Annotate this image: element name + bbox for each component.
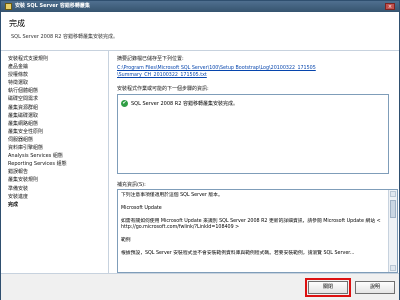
wizard-steps-sidebar: 安裝程式支援規則 產品金鑰 授權條款 特徵選取 執行個體組態 磁碟空間需求 叢集資源群組 叢集… (1, 51, 109, 273)
window-close-button[interactable]: × (385, 3, 395, 10)
log-file-link[interactable]: \Summary_CH_20100322_171505.txt (117, 73, 207, 78)
log-location-label: 摘要記錄檔已儲存至下列位置: (117, 56, 184, 62)
sidebar-step-item: 資料庫引擎組態 (8, 145, 44, 152)
scroll-down-icon[interactable] (390, 265, 396, 271)
page-title: 完成 (9, 19, 25, 28)
close-button[interactable]: 關閉 (305, 278, 351, 297)
success-check-icon: ✔ (121, 99, 128, 107)
sidebar-step-item: 叢集磁碟選取 (8, 112, 39, 119)
button-bar: 關閉 說明 (1, 273, 399, 300)
status-info-label: 安裝程式作業或可能的下一個步驟的資訊: (117, 86, 209, 92)
title-bar: 安裝 SQL Server 容錯移轉叢集 × (1, 1, 399, 12)
status-message: SQL Server 2008 R2 容錯移轉叢集安裝完成。 (131, 100, 239, 107)
supplemental-paragraph: 根據預設，SQL Server 安裝程式並不會安裝範例資料庫與範例程式碼。若要安… (121, 251, 355, 256)
sidebar-step-item: 安裝進度 (8, 193, 29, 200)
sidebar-step-item: 特徵選取 (8, 80, 29, 87)
supplemental-paragraph: 範例 (121, 238, 131, 243)
main-content: 摘要記錄檔已儲存至下列位置: C:\Program Files\Microsof… (109, 51, 399, 273)
sidebar-step-item: 叢集安裝規則 (8, 177, 39, 184)
supplemental-info-text: 下列注意事項僅適用於這個 SQL Server 版本。 Microsoft Up… (121, 193, 381, 264)
sidebar-step-item: 授權條款 (8, 72, 29, 79)
scroll-thumb[interactable] (390, 200, 396, 218)
status-row: ✔ SQL Server 2008 R2 容錯移轉叢集安裝完成。 (121, 99, 238, 107)
sidebar-step-item: 準備安裝 (8, 185, 29, 192)
sidebar-step-item: Analysis Services 組態 (8, 153, 63, 160)
sidebar-step-item: 執行個體組態 (8, 88, 39, 95)
page-header: 完成 SQL Server 2008 R2 容錯移轉叢集安裝完成。 (1, 12, 399, 51)
sidebar-step-item: Reporting Services 組態 (8, 161, 67, 168)
sidebar-step-item: 完成 (8, 201, 19, 208)
scroll-up-icon[interactable] (390, 191, 396, 197)
supplemental-paragraph: 如需有關如何使用 Microsoft Update 來識別 SQL Server… (121, 219, 381, 230)
sidebar-step-item: 叢集資源群組 (8, 104, 39, 111)
sidebar-step-item: 產品金鑰 (8, 64, 29, 71)
sidebar-step-item: 叢集網路組態 (8, 120, 39, 127)
page-subtitle: SQL Server 2008 R2 容錯移轉叢集安裝完成。 (11, 34, 119, 40)
setup-app-icon (5, 3, 12, 10)
status-info-box: ✔ SQL Server 2008 R2 容錯移轉叢集安裝完成。 (117, 94, 389, 174)
window-title: 安裝 SQL Server 容錯移轉叢集 (15, 3, 90, 9)
supplemental-paragraph: Microsoft Update (121, 206, 162, 211)
supplemental-info-label: 補充資訊(S): (117, 182, 146, 188)
log-path-link[interactable]: C:\Program Files\Microsoft SQL Server\10… (117, 66, 316, 71)
sidebar-step-item: 伺服器組態 (8, 136, 34, 143)
supplemental-paragraph: 下列注意事項僅適用於這個 SQL Server 版本。 (121, 193, 223, 198)
setup-window: 安裝 SQL Server 容錯移轉叢集 × 完成 SQL Server 200… (0, 0, 400, 300)
help-button[interactable]: 說明 (355, 281, 395, 294)
sidebar-step-item: 磁碟空間需求 (8, 96, 39, 103)
supplemental-scrollbar[interactable] (388, 190, 397, 272)
sidebar-step-item: 安裝程式支援規則 (8, 56, 49, 62)
supplemental-info-box[interactable]: 下列注意事項僅適用於這個 SQL Server 版本。 Microsoft Up… (117, 189, 398, 273)
sidebar-step-item: 錯誤報告 (8, 169, 29, 176)
sidebar-step-item: 叢集安全性原則 (8, 128, 44, 135)
